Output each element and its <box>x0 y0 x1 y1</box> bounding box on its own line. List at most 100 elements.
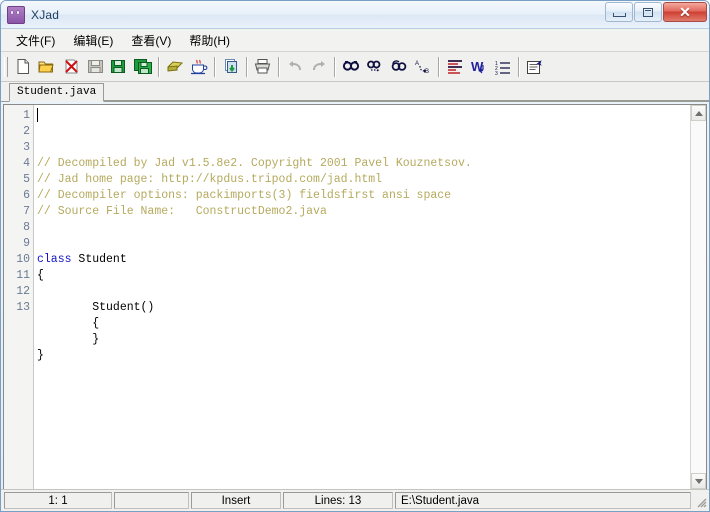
replace-button[interactable]: A B <box>411 55 435 79</box>
xjad-app-icon <box>7 5 25 24</box>
status-blank <box>114 492 189 509</box>
line-number: 2 <box>23 125 30 138</box>
menu-bar: 文件(F) 编辑(E) 查看(V) 帮助(H) <box>1 29 709 52</box>
toolbar-separator <box>246 56 248 77</box>
minimize-button[interactable] <box>605 2 633 22</box>
line-number-gutter: 1 2 3 4 5 6 7 8 9 10 11 12 13 <box>4 105 34 489</box>
code-line: } <box>37 332 690 348</box>
print-button[interactable] <box>251 55 275 79</box>
find-next-button[interactable] <box>363 55 387 79</box>
line-number: 11 <box>16 269 30 282</box>
code-line: Student() <box>37 300 690 316</box>
toolbar: A B W 1 2 3 <box>1 52 709 82</box>
properties-button[interactable] <box>523 55 547 79</box>
undo-button[interactable] <box>283 55 307 79</box>
code-line: } <box>37 348 690 364</box>
undo-icon <box>289 60 301 70</box>
export-button[interactable] <box>219 55 243 79</box>
title-bar: XJad ✕ <box>1 1 709 29</box>
save-button[interactable] <box>83 55 107 79</box>
code-line: // Decompiler options: packimports(3) fi… <box>37 188 690 204</box>
line-number: 1 <box>23 109 30 122</box>
run-java-button[interactable] <box>187 55 211 79</box>
tab-strip: Student.java <box>1 82 709 102</box>
code-token-comment: // Decompiled by Jad v1.5.8e2. Copyright… <box>37 157 472 170</box>
svg-text:W: W <box>471 59 484 74</box>
redo-icon <box>313 60 325 70</box>
line-number: 12 <box>16 285 30 298</box>
toolbar-separator <box>334 56 336 77</box>
line-numbers-button[interactable]: 1 2 3 <box>491 55 515 79</box>
menu-file[interactable]: 文件(F) <box>7 30 64 51</box>
line-numbers-icon: 1 2 3 <box>495 61 510 75</box>
line-number: 4 <box>23 157 30 170</box>
code-token-comment: // Source File Name: ConstructDemo2.java <box>37 205 327 218</box>
close-button[interactable]: ✕ <box>663 2 707 22</box>
line-number: 10 <box>16 253 30 266</box>
open-folder-icon <box>38 61 54 73</box>
find-previous-icon <box>391 59 407 71</box>
toolbar-separator <box>214 56 216 77</box>
save-all-icon <box>134 59 152 74</box>
maximize-icon <box>643 7 653 17</box>
tab-student-java[interactable]: Student.java <box>9 83 105 102</box>
find-previous-button[interactable] <box>387 55 411 79</box>
toolbar-separator <box>278 56 280 77</box>
word-wrap-button[interactable]: W <box>467 55 491 79</box>
code-token-plain: Student <box>71 253 127 266</box>
code-token-keyword: class <box>37 253 72 266</box>
line-number: 5 <box>23 173 30 186</box>
find-next-icon <box>367 60 381 72</box>
replace-icon: A B <box>415 61 429 75</box>
find-button[interactable] <box>339 55 363 79</box>
open-file-button[interactable] <box>35 55 59 79</box>
line-number: 6 <box>23 189 30 202</box>
line-number: 13 <box>16 301 30 314</box>
menu-help[interactable]: 帮助(H) <box>180 30 239 51</box>
save-as-button[interactable] <box>107 55 131 79</box>
menu-view[interactable]: 查看(V) <box>122 30 180 51</box>
java-coffee-cup-icon <box>191 59 208 75</box>
code-token-plain: Student() <box>37 301 155 314</box>
minimize-icon <box>612 12 626 17</box>
line-number: 9 <box>23 237 30 250</box>
scroll-down-button[interactable] <box>691 473 706 489</box>
format-text-button[interactable] <box>443 55 467 79</box>
toolbar-grip[interactable] <box>4 56 8 77</box>
decompile-button[interactable] <box>163 55 187 79</box>
menu-edit[interactable]: 编辑(E) <box>64 30 122 51</box>
toolbar-separator <box>438 56 440 77</box>
code-token-comment: // Jad home page: http://kpdus.tripod.co… <box>37 173 383 186</box>
save-icon <box>87 60 103 73</box>
find-icon <box>342 60 360 71</box>
code-editor: 1 2 3 4 5 6 7 8 9 10 11 12 13 // Decompiled by Jad v… <box>3 104 707 490</box>
window-title: XJad <box>31 7 60 22</box>
resize-grip[interactable] <box>693 492 707 509</box>
scrollbar-track[interactable] <box>691 121 706 473</box>
properties-icon <box>527 59 542 74</box>
format-text-icon <box>448 59 462 74</box>
code-token-plain: } <box>37 333 100 346</box>
code-token-plain: { <box>37 317 100 330</box>
code-line: // Decompiled by Jad v1.5.8e2. Copyright… <box>37 156 690 172</box>
print-icon <box>254 59 271 74</box>
toolbar-separator <box>518 56 520 77</box>
code-token-plain: } <box>37 349 44 362</box>
scroll-up-button[interactable] <box>691 105 706 121</box>
svg-text:B: B <box>425 69 429 75</box>
maximize-button[interactable] <box>634 2 662 22</box>
close-file-button[interactable] <box>59 55 83 79</box>
vertical-scrollbar[interactable] <box>690 105 706 489</box>
redo-button[interactable] <box>307 55 331 79</box>
new-file-button[interactable] <box>11 55 35 79</box>
svg-text:3: 3 <box>495 71 498 75</box>
save-all-button[interactable] <box>131 55 155 79</box>
code-text-area[interactable]: // Decompiled by Jad v1.5.8e2. Copyright… <box>34 105 690 489</box>
status-insert-mode: Insert <box>191 492 281 509</box>
status-bar: 1: 1 Insert Lines: 13 E:\Student.java <box>1 489 709 511</box>
line-number: 8 <box>23 221 30 234</box>
resize-grip-icon <box>697 498 707 508</box>
line-number: 3 <box>23 141 30 154</box>
